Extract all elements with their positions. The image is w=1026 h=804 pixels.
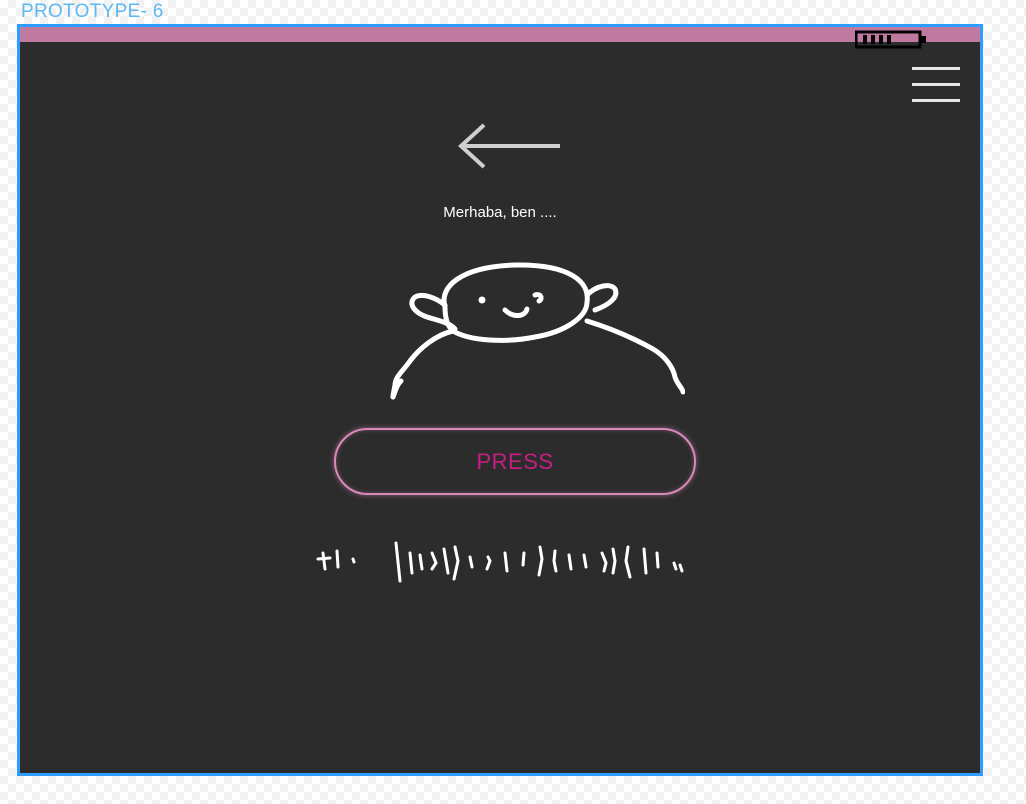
battery-icon (855, 30, 926, 49)
status-bar (20, 27, 980, 42)
handwritten-scribble (316, 541, 684, 583)
arrow-left-icon[interactable] (456, 123, 560, 169)
greeting-text: Merhaba, ben .... (443, 204, 557, 221)
hamburger-menu-icon[interactable] (912, 67, 960, 103)
prototype-screen: Merhaba, ben .... PRESS (17, 24, 983, 776)
character-sketch (390, 262, 685, 400)
press-button[interactable]: PRESS (334, 428, 696, 495)
frame-label: PROTOTYPE- 6 (21, 1, 164, 22)
